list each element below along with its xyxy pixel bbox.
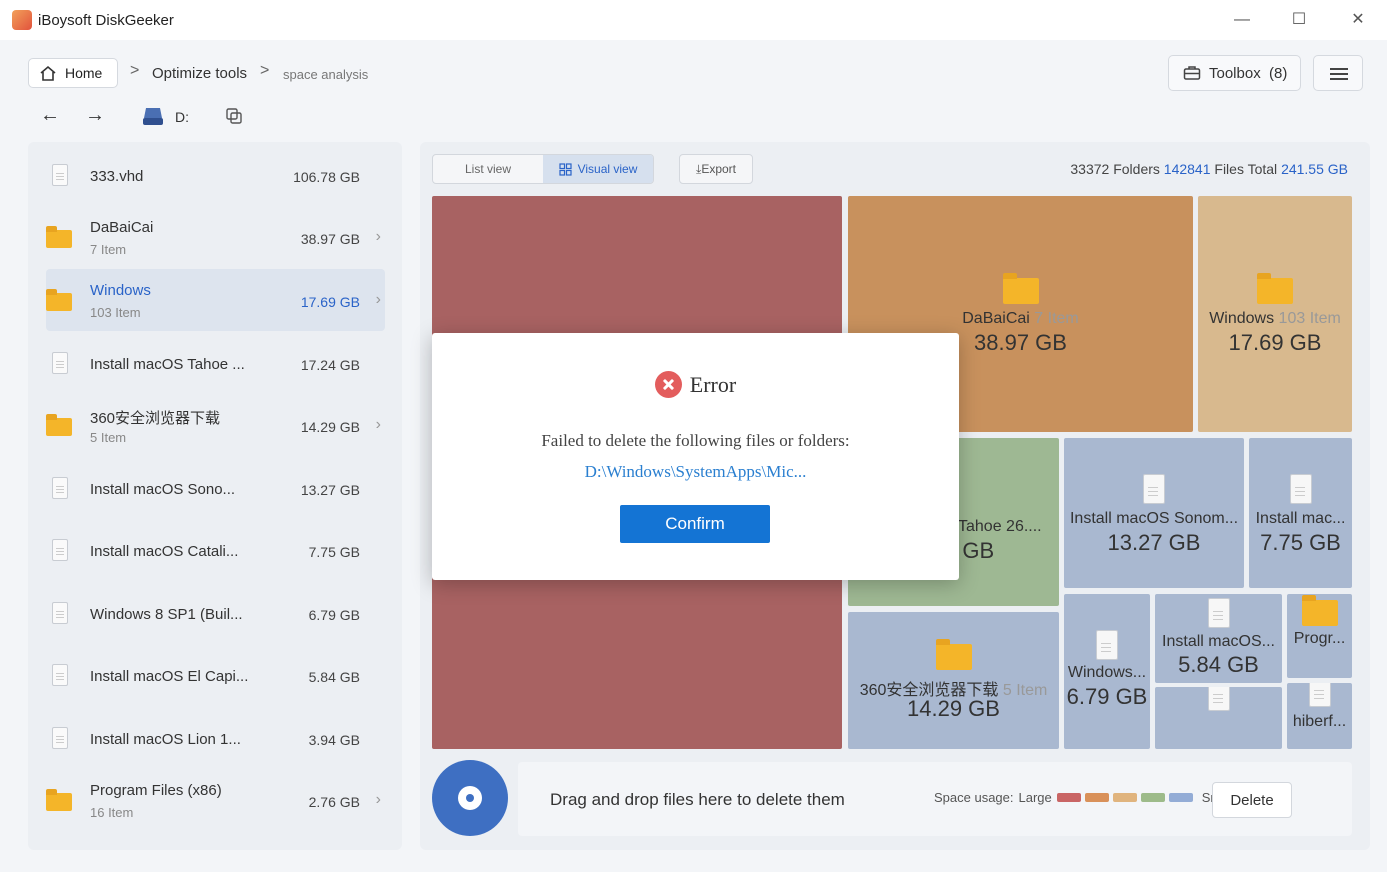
breadcrumb: Home > Optimize tools > space analysis T… — [0, 40, 1387, 102]
tile-360-browser[interactable]: 360安全浏览器下载 5 Item 14.29 GB — [848, 612, 1059, 749]
file-icon — [52, 477, 68, 499]
chevron-right-icon[interactable]: › — [376, 416, 381, 434]
list-item[interactable]: Install macOS El Capi... 5.84 GB — [46, 644, 385, 706]
toolbox-button[interactable]: Toolbox (8) — [1168, 55, 1301, 91]
forward-arrow-icon[interactable]: → — [85, 104, 105, 127]
home-button[interactable]: Home — [28, 58, 118, 88]
close-button[interactable]: ✕ — [1346, 8, 1370, 32]
home-label: Home — [65, 65, 103, 81]
list-view-button[interactable]: List view — [433, 155, 543, 183]
file-icon — [1143, 474, 1165, 504]
drive-label: D: — [175, 109, 189, 125]
file-icon — [1096, 630, 1118, 660]
file-icon — [1207, 598, 1230, 628]
home-icon — [40, 65, 56, 81]
chevron-right-icon[interactable]: › — [376, 791, 381, 809]
navigation-bar: ← → D: — [0, 102, 600, 132]
minimize-button[interactable]: — — [1230, 8, 1254, 32]
breadcrumb-space-analysis: space analysis — [283, 67, 369, 82]
tile-catalina[interactable]: Install mac... 7.75 GB — [1249, 438, 1352, 588]
disk-icon — [432, 760, 508, 836]
tile-hiberfil[interactable]: hiberf... — [1287, 683, 1352, 749]
toolbox-count: (8) — [1269, 64, 1288, 82]
drop-area[interactable]: Drag and drop files here to delete them … — [518, 762, 1352, 836]
file-icon — [1289, 474, 1312, 504]
list-item[interactable]: 333.vhd 106.78 GB — [46, 144, 385, 206]
dialog-title: Error — [689, 371, 737, 397]
maximize-button[interactable]: ☐ — [1287, 8, 1311, 32]
chevron-right-icon: > — [260, 62, 270, 79]
title-bar: iBoysoft DiskGeeker — ☐ ✕ — [0, 0, 1387, 40]
list-item[interactable]: Windows 8 SP1 (Buil... 6.79 GB — [46, 582, 385, 644]
drive-icon — [143, 108, 163, 125]
file-list-panel: 333.vhd 106.78 GB DaBaiCai 7 Item 38.97 … — [28, 142, 402, 850]
tile-lion[interactable] — [1155, 687, 1282, 749]
file-icon — [52, 164, 68, 186]
file-icon — [52, 602, 68, 624]
drop-hint: Drag and drop files here to delete them — [550, 790, 845, 809]
toolbox-icon — [1183, 66, 1201, 80]
legend-swatch — [1084, 793, 1109, 802]
folder-icon — [1002, 273, 1039, 304]
tile-windows[interactable]: Windows 103 Item 17.69 GB — [1198, 196, 1352, 432]
space-usage-legend: Space usage: Large Small — [934, 790, 1239, 805]
failed-path-link[interactable]: D:\Windows\SystemApps\Mic... — [432, 462, 959, 482]
legend-swatch — [1056, 793, 1081, 802]
list-item[interactable]: Install macOS Tahoe ... 17.24 GB — [46, 332, 385, 394]
folder-icon — [46, 789, 72, 811]
list-item[interactable]: Install macOS Catali... 7.75 GB — [46, 519, 385, 581]
back-arrow-icon[interactable]: ← — [40, 104, 60, 127]
app-logo-icon — [12, 10, 32, 30]
delete-button[interactable]: Delete — [1212, 782, 1292, 818]
confirm-button[interactable]: Confirm — [620, 505, 770, 543]
tile-windows8[interactable]: Windows... 6.79 GB — [1064, 594, 1150, 749]
delete-drop-zone[interactable]: Drag and drop files here to delete them … — [432, 760, 1352, 840]
legend-swatch — [1168, 793, 1193, 802]
list-item[interactable]: Program Files (x86) 16 Item 2.76 GB › — [46, 769, 385, 831]
visual-view-button[interactable]: Visual view — [543, 155, 653, 183]
copy-icon[interactable] — [226, 108, 242, 124]
folder-icon — [935, 639, 972, 670]
folder-icon — [46, 289, 72, 311]
export-button[interactable]: ⤓ Export — [679, 154, 753, 184]
menu-icon — [1330, 68, 1348, 70]
chevron-right-icon: > — [130, 62, 140, 79]
chevron-right-icon[interactable]: › — [376, 228, 381, 246]
file-icon — [52, 539, 68, 561]
tile-elcapitan[interactable]: Install macOS... 5.84 GB — [1155, 594, 1282, 683]
menu-button[interactable] — [1313, 55, 1363, 91]
list-item[interactable]: Windows 103 Item 17.69 GB › — [46, 269, 385, 331]
legend-swatch — [1112, 793, 1137, 802]
folder-icon — [46, 226, 72, 248]
list-item[interactable]: Install macOS Sono... 13.27 GB — [46, 457, 385, 519]
toolbox-label: Toolbox — [1209, 64, 1261, 82]
grid-icon — [558, 162, 572, 176]
list-item[interactable]: DaBaiCai 7 Item 38.97 GB › — [46, 206, 385, 268]
error-dialog: Error Failed to delete the following fil… — [432, 333, 959, 580]
tile-sonoma[interactable]: Install macOS Sonom... 13.27 GB — [1064, 438, 1244, 588]
file-icon — [1308, 683, 1331, 707]
file-icon — [1207, 687, 1230, 711]
folder-icon — [46, 414, 72, 436]
folder-icon — [1257, 273, 1293, 304]
breadcrumb-optimize-tools[interactable]: Optimize tools — [152, 65, 247, 82]
file-icon — [52, 664, 68, 686]
error-icon — [654, 371, 682, 398]
file-icon — [52, 727, 68, 749]
list-item[interactable]: 360安全浏览器下载 5 Item 14.29 GB › — [46, 394, 385, 456]
dialog-message: Failed to delete the following files or … — [541, 431, 850, 450]
chevron-right-icon[interactable]: › — [376, 291, 381, 309]
view-toggle: List view Visual view — [432, 154, 654, 184]
list-item[interactable]: Install macOS Lion 1... 3.94 GB — [46, 707, 385, 769]
dialog-header: Error — [432, 371, 959, 398]
folder-icon — [1301, 595, 1338, 626]
app-window: iBoysoft DiskGeeker — ☐ ✕ Home > Optimiz… — [0, 0, 1387, 872]
app-title: iBoysoft DiskGeeker — [38, 12, 174, 29]
folder-file-stats: 33372 Folders 142841 Files Total 241.55 … — [1070, 161, 1348, 177]
file-icon — [52, 352, 68, 374]
legend-swatch — [1140, 793, 1165, 802]
tile-program-files[interactable]: Progr... — [1287, 594, 1352, 678]
